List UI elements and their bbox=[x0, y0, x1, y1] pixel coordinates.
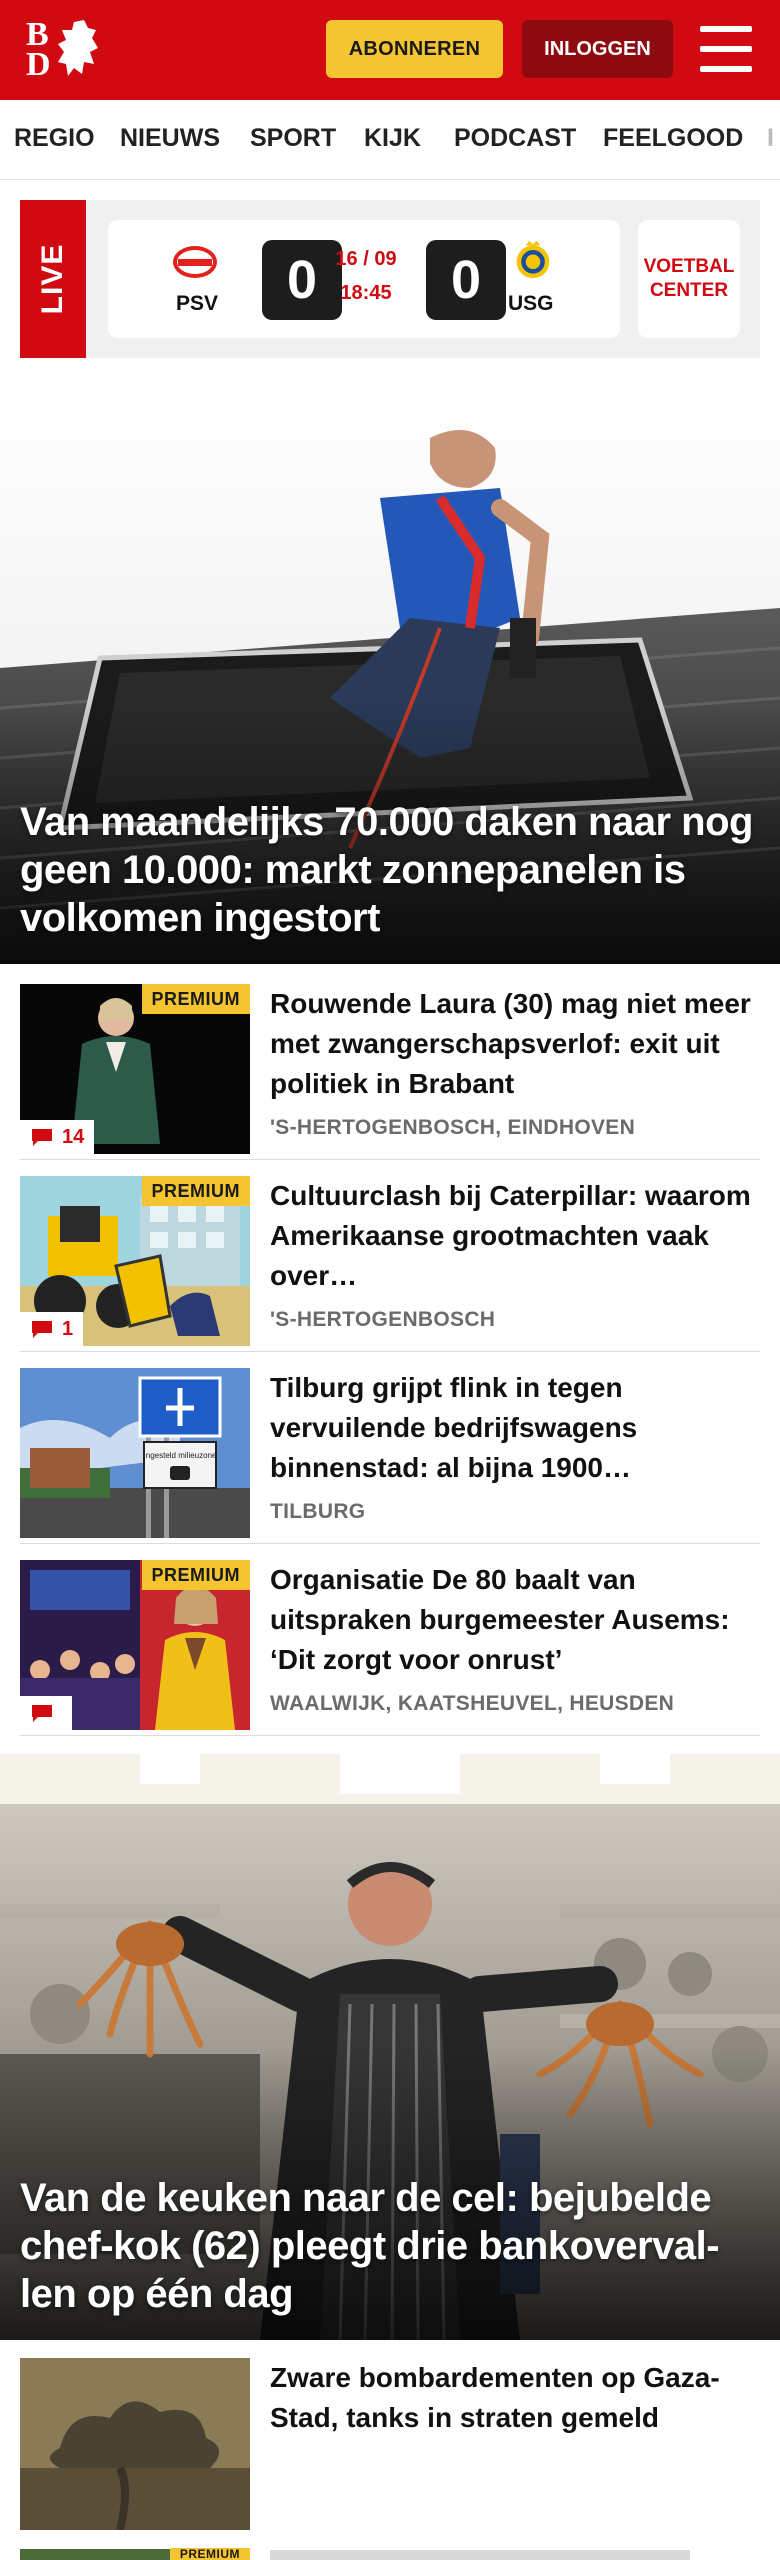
hero-title[interactable]: Van maandelijks 70.000 daken naar nog ge… bbox=[20, 798, 760, 942]
live-label: LIVE bbox=[36, 243, 69, 315]
article-thumbnail: Ingesteld milieuzone bbox=[20, 1368, 250, 1538]
article-title[interactable]: Tilburg grijpt flink in tegen vervuilend… bbox=[270, 1368, 760, 1488]
football-center-button[interactable]: VOETBAL CENTER bbox=[638, 220, 740, 338]
article-title[interactable]: Organisatie De 80 baalt van uitspraken b… bbox=[270, 1560, 760, 1680]
away-team-name: USG bbox=[508, 292, 554, 315]
hero-title[interactable]: Van de keuken naar de cel: bejubelde che… bbox=[20, 2174, 760, 2318]
premium-badge: PREMIUM bbox=[141, 1176, 250, 1206]
premium-badge: PREMIUM bbox=[141, 1560, 250, 1590]
article-thumbnail: PREMIUM bbox=[20, 1560, 250, 1730]
comments-badge[interactable]: 14 bbox=[20, 1120, 95, 1154]
main-nav: REGIO NIEUWS SPORT KIJK PODCAST FEELGOOD… bbox=[0, 100, 780, 180]
premium-badge: PREMIUM bbox=[141, 984, 250, 1014]
home-team-name: PSV bbox=[176, 292, 219, 315]
article-location: WAALWIJK, KAATSHEUVEL, HEUSDEN bbox=[270, 1692, 675, 1715]
article-thumbnail: PREMIUM bbox=[20, 2548, 250, 2560]
nav-item-kijk[interactable]: KIJK bbox=[364, 124, 421, 153]
nav-item-feelgood[interactable]: FEELGOOD bbox=[603, 124, 743, 153]
hamburger-menu-icon[interactable] bbox=[700, 26, 752, 72]
usg-logo-icon bbox=[516, 240, 550, 279]
article-location: TILBURG bbox=[270, 1500, 366, 1523]
article-item-gaza[interactable]: Zware bombardementen op Ga­za-Stad, tank… bbox=[20, 2358, 760, 2540]
comment-count: 14 bbox=[62, 1125, 85, 1148]
comments-badge[interactable]: 1 bbox=[20, 1312, 84, 1346]
match-date: 16 / 09 bbox=[335, 248, 397, 270]
comment-icon bbox=[32, 1321, 52, 1338]
sign-text: Ingesteld milieuzone bbox=[144, 1451, 217, 1460]
nav-item-nieuws[interactable]: NIEUWS bbox=[120, 124, 220, 153]
article-item-tilburg[interactable]: Ingesteld milieuzone Tilburg grijpt flin… bbox=[20, 1368, 760, 1544]
bd-logo[interactable]: B D bbox=[26, 16, 116, 83]
site-header: B D ABONNEREN INLOGGEN bbox=[0, 0, 780, 100]
article-location: 'S-HERTOGENBOSCH bbox=[270, 1308, 496, 1331]
article-item-laura[interactable]: PREMIUM 14 Rouwende Laura (30) mag niet … bbox=[20, 984, 760, 1160]
article-title-placeholder bbox=[270, 2550, 690, 2560]
article-item-partial[interactable]: PREMIUM bbox=[20, 2548, 760, 2560]
comment-count: 1 bbox=[62, 1317, 74, 1340]
article-thumbnail bbox=[20, 2358, 250, 2530]
hero-article-solar[interactable]: Van maandelijks 70.000 daken naar nog ge… bbox=[0, 378, 780, 964]
match-time: 18:45 bbox=[340, 282, 392, 304]
comment-icon bbox=[32, 1129, 52, 1146]
article-location: 'S-HERTOGENBOSCH, EINDHOVEN bbox=[270, 1116, 636, 1139]
premium-badge: PREMIUM bbox=[169, 2548, 250, 2560]
subscribe-button[interactable]: ABONNEREN bbox=[326, 20, 503, 78]
logo-letter-d: D bbox=[26, 46, 51, 83]
article-thumbnail: PREMIUM 1 bbox=[20, 1176, 250, 1346]
article-item-caterpillar[interactable]: PREMIUM 1 Cultuurclash bij Caterpillar: … bbox=[20, 1176, 760, 1352]
live-tag: LIVE bbox=[20, 200, 86, 358]
comments-badge[interactable] bbox=[20, 1696, 72, 1730]
lion-icon bbox=[58, 20, 98, 76]
article-item-de80[interactable]: PREMIUM Organisatie De 80 baalt van uits… bbox=[20, 1560, 760, 1736]
live-match-widget: LIVE PSV 0 16 / 09 18:45 0 USG VOETBAL C… bbox=[20, 200, 760, 358]
article-title[interactable]: Rouwende Laura (30) mag niet meer met zw… bbox=[270, 984, 760, 1104]
article-thumbnail: PREMIUM 14 bbox=[20, 984, 250, 1154]
psv-logo-icon bbox=[173, 246, 217, 278]
match-card[interactable]: PSV 0 16 / 09 18:45 0 USG bbox=[108, 220, 620, 338]
nav-item-sport[interactable]: SPORT bbox=[250, 124, 336, 153]
away-score: 0 bbox=[426, 240, 506, 320]
home-score: 0 bbox=[262, 240, 342, 320]
login-button[interactable]: INLOGGEN bbox=[522, 20, 673, 78]
article-title[interactable]: Cultuurclash bij Caterpillar: waarom Ame… bbox=[270, 1176, 760, 1296]
comment-icon bbox=[32, 1705, 52, 1722]
article-title[interactable]: Zware bombardementen op Ga­za-Stad, tank… bbox=[270, 2358, 760, 2438]
hero-article-chef[interactable]: Van de keuken naar de cel: bejubelde che… bbox=[0, 1754, 780, 2340]
nav-item-podcast[interactable]: PODCAST bbox=[454, 124, 576, 153]
nav-item-more[interactable]: I bbox=[767, 124, 774, 153]
nav-item-regio[interactable]: REGIO bbox=[14, 124, 95, 153]
